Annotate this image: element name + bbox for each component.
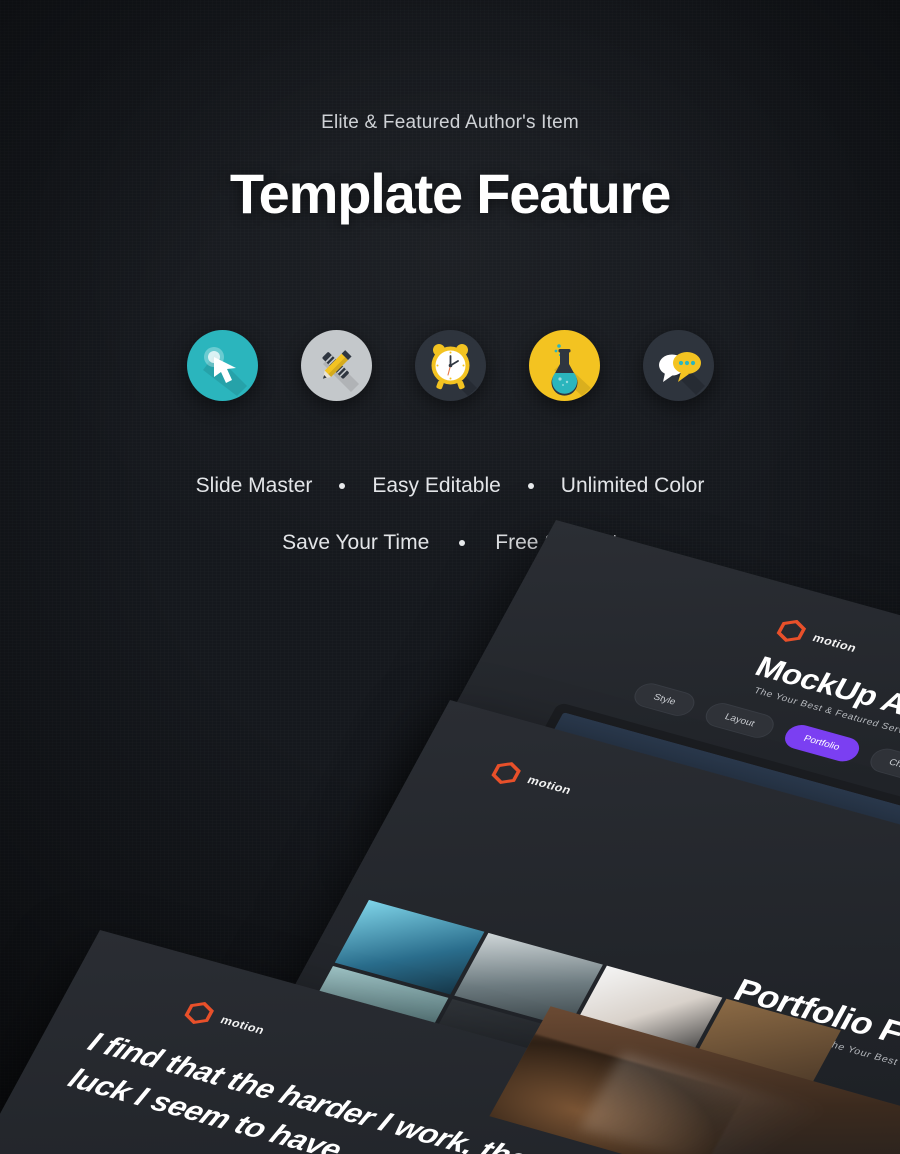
pill-layout[interactable]: Layout [700,700,779,741]
logo-wordmark: motion [218,1013,268,1037]
hexagon-logo-icon [180,998,218,1027]
hexagon-logo-icon [487,758,525,787]
motion-logo: motion [487,758,577,802]
logo-wordmark: motion [524,773,575,797]
pill-portfolio[interactable]: Portfolio [779,721,864,765]
pill-chart[interactable]: Chart [865,745,900,785]
slide-mockups: motion MockUp Analytics The Your Best & … [0,0,900,1154]
logo-wordmark: motion [810,631,860,655]
motion-logo: motion [180,998,270,1042]
motion-logo: motion [772,616,862,660]
pill-style[interactable]: Style [629,680,700,720]
hexagon-logo-icon [772,616,810,645]
